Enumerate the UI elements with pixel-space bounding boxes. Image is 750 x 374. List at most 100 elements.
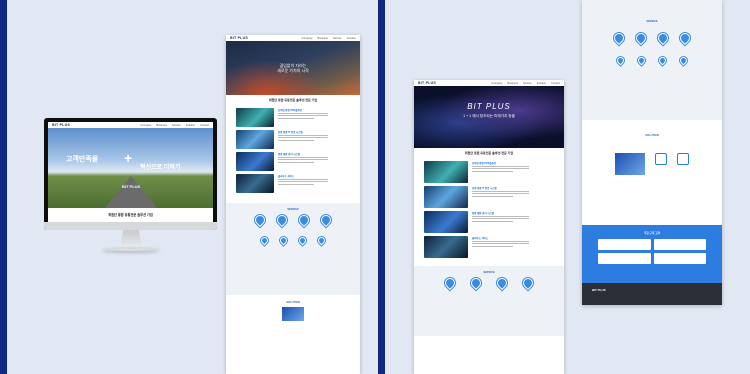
service-drop-icon[interactable]	[655, 30, 671, 46]
item-thumbnail	[236, 152, 274, 171]
monitor-base	[102, 247, 160, 251]
right-item-row[interactable]: 클라우드 서비스	[414, 236, 564, 258]
monitor-menu-item[interactable]: Contact	[200, 124, 209, 127]
service-drop-icon[interactable]	[318, 212, 334, 228]
left-menu-item[interactable]: Business	[317, 37, 328, 40]
service-drop-icon[interactable]	[297, 235, 308, 246]
service-drop-icon[interactable]	[520, 275, 536, 291]
monitor-menu-item[interactable]: Solution	[186, 124, 195, 127]
left-panel: BIT PLUS Company Business Service Soluti…	[7, 0, 378, 374]
left-section-sub	[226, 102, 360, 105]
service-drop-icon[interactable]	[442, 275, 458, 291]
left-item-row[interactable]: 모바일 통합 POS솔루션	[226, 108, 360, 127]
solution-image	[282, 307, 304, 321]
left-solution-title: SOLUTION	[286, 301, 300, 304]
monitor-headline-left: 고객만족을	[66, 156, 99, 163]
left-page-logo: BIT PLUS	[230, 36, 248, 40]
right-section-sub	[414, 155, 564, 158]
item-title: 통합 매장 관리 시스템	[278, 153, 300, 156]
brand-card[interactable]	[653, 239, 706, 250]
road-shape	[104, 176, 157, 208]
left-menu-item[interactable]: Service	[333, 37, 342, 40]
service-drop-icon[interactable]	[259, 235, 270, 246]
item-thumbnail	[424, 186, 468, 208]
service-drop-icon[interactable]	[468, 275, 484, 291]
monitor-caption: 최첨단 통합 유통전문 솔루션 기업	[108, 213, 153, 217]
monitor-mockup: BIT PLUS Company Business Service Soluti…	[44, 118, 217, 251]
service-drop-icon[interactable]	[316, 235, 327, 246]
item-title: 유통 통합 IT 전문 시스템	[278, 131, 303, 134]
right-panel: BIT PLUS Company Business Service Soluti…	[385, 0, 750, 374]
brand-card[interactable]	[598, 253, 651, 264]
monitor-screen: BIT PLUS Company Business Service Soluti…	[44, 118, 217, 230]
item-thumbnail	[236, 130, 274, 149]
right-menu-item[interactable]: Contact	[551, 82, 560, 85]
brand-card[interactable]	[653, 253, 706, 264]
left-solution-section: SOLUTION	[226, 295, 360, 321]
right-item-row[interactable]: 통합 매장 관리 시스템	[414, 211, 564, 233]
right-menu-item[interactable]: Service	[523, 82, 532, 85]
footer-logo: BIT PLUS	[592, 288, 606, 292]
service-drop-icon[interactable]	[636, 55, 647, 66]
monitor-neck	[120, 230, 142, 248]
item-thumbnail	[424, 236, 468, 258]
service-drop-icon[interactable]	[633, 30, 649, 46]
right-menu-item[interactable]: Solution	[537, 82, 546, 85]
item-title: 클라우드 서비스	[278, 175, 295, 178]
item-thumbnail	[236, 108, 274, 127]
showcase-stage: BIT PLUS Company Business Service Soluti…	[0, 0, 750, 374]
monitor-hero: 고객만족을 + 혁신으로 더하기 BIT PLUS	[48, 128, 213, 208]
service-drop-icon[interactable]	[677, 30, 693, 46]
right2-service-section: SERVICE	[582, 0, 722, 120]
right2-footer: BIT PLUS	[582, 283, 722, 305]
right-item-row[interactable]: 모바일 통합 POS솔루션	[414, 161, 564, 183]
monitor-logo: BIT PLUS	[52, 123, 70, 127]
item-title: 모바일 통합 POS솔루션	[472, 162, 496, 165]
left-page-hero: 끊임없이 자라는 새로운 가치의 시작	[226, 41, 360, 95]
left-item-row[interactable]: 클라우드 서비스	[226, 174, 360, 193]
service-drop-icon[interactable]	[611, 30, 627, 46]
right2-service-title: SERVICE	[646, 20, 658, 23]
brand-card[interactable]	[598, 239, 651, 250]
item-title: 유통 통합 IT 전문 시스템	[472, 187, 497, 190]
item-thumbnail	[424, 211, 468, 233]
left-item-row[interactable]: 유통 통합 IT 전문 시스템	[226, 130, 360, 149]
left-item-row[interactable]: 통합 매장 관리 시스템	[226, 152, 360, 171]
service-drop-icon[interactable]	[278, 235, 289, 246]
monitor-menu-item[interactable]: Service	[172, 124, 181, 127]
right-hero-title: BIT PLUS	[467, 102, 511, 111]
monitor-headline-right: 혁신으로 더하기	[140, 165, 181, 171]
item-title: 모바일 통합 POS솔루션	[278, 109, 302, 112]
service-drop-icon[interactable]	[657, 55, 668, 66]
monitor-webpage: BIT PLUS Company Business Service Soluti…	[48, 122, 213, 226]
left-menu-item[interactable]: Company	[301, 37, 312, 40]
solution-image	[615, 153, 645, 175]
monitor-menu-item[interactable]: Company	[140, 124, 151, 127]
right-menu-item[interactable]: Company	[491, 82, 502, 85]
right2-solution-section: SOLUTION	[582, 120, 722, 225]
right2-brand-section: 주요 구축 고객	[582, 225, 722, 283]
monitor-chin	[44, 222, 217, 230]
solution-icon	[655, 153, 667, 165]
service-drop-icon[interactable]	[494, 275, 510, 291]
right-service-title: SERVICE	[483, 271, 495, 274]
right-menu-item[interactable]: Business	[507, 82, 518, 85]
right-page-mockup-1: BIT PLUS Company Business Service Soluti…	[414, 80, 564, 374]
item-thumbnail	[236, 174, 274, 193]
right-service-section: SERVICE	[414, 266, 564, 336]
right-page-logo: BIT PLUS	[418, 81, 436, 85]
right-item-row[interactable]: 유통 통합 IT 전문 시스템	[414, 186, 564, 208]
service-drop-icon[interactable]	[678, 55, 689, 66]
monitor-menu-item[interactable]: Business	[156, 124, 167, 127]
solution-icon	[677, 153, 689, 165]
plus-icon: +	[124, 150, 133, 166]
left-menu-item[interactable]: Solution	[347, 37, 356, 40]
service-drop-icon[interactable]	[615, 55, 626, 66]
left-page-mockup: BIT PLUS Company Business Service Soluti…	[226, 35, 360, 374]
service-drop-icon[interactable]	[296, 212, 312, 228]
service-drop-icon[interactable]	[252, 212, 268, 228]
service-drop-icon[interactable]	[274, 212, 290, 228]
item-thumbnail	[424, 161, 468, 183]
monitor-hero-logo: BIT PLUS	[122, 184, 141, 189]
left-service-title: SERVICE	[287, 208, 299, 211]
